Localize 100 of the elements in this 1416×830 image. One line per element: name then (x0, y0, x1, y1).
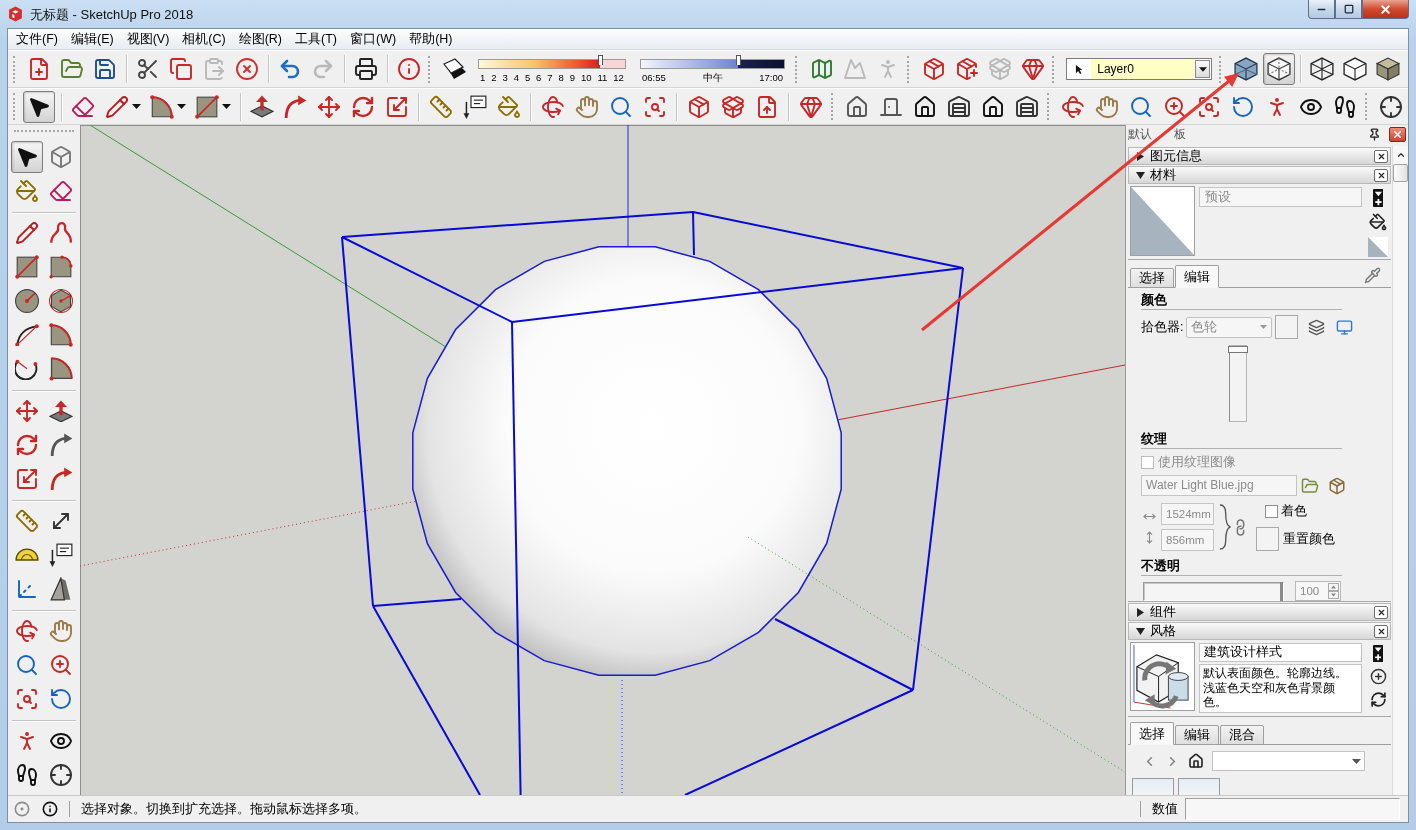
rotate-arrows-icon[interactable] (15, 433, 39, 457)
slab-arrow-icon[interactable] (250, 95, 274, 118)
scrollbar[interactable] (1392, 146, 1408, 795)
dropdown-box-icon[interactable] (1372, 645, 1384, 662)
polygon-icon[interactable] (49, 289, 73, 313)
hand-icon[interactable] (49, 619, 73, 643)
eyedropper-icon[interactable] (1364, 266, 1381, 284)
box-icon[interactable] (686, 94, 711, 119)
squiggle-icon[interactable] (49, 221, 73, 245)
crosshair-icon[interactable] (49, 763, 73, 787)
tab[interactable]: 编辑 (1175, 725, 1219, 745)
zoom-in-icon[interactable] (49, 653, 73, 677)
menu-item[interactable]: 视图(V) (120, 29, 176, 49)
slider-thumb[interactable] (1228, 346, 1248, 353)
scrollbar-thumb[interactable] (1393, 164, 1408, 182)
circle-x-icon[interactable] (234, 57, 259, 81)
scan-search-icon[interactable] (15, 687, 39, 711)
rotate-3d-icon[interactable] (1060, 94, 1085, 119)
copy-icon[interactable] (168, 57, 193, 81)
color-swatch-icon[interactable] (1275, 315, 1299, 339)
color-swatch-icon[interactable] (1255, 527, 1279, 552)
box-plus-icon[interactable] (954, 57, 979, 81)
magnifier-icon[interactable] (608, 94, 633, 119)
opacity-slider[interactable] (1143, 581, 1284, 601)
printer-icon[interactable] (353, 57, 378, 81)
panel-close-button[interactable] (1374, 624, 1388, 638)
arc-segment-icon[interactable] (49, 323, 73, 347)
curved-arrow-icon[interactable] (284, 94, 307, 119)
dashed-cube-icon[interactable] (1262, 53, 1295, 85)
panel-header[interactable]: 组件 (1128, 603, 1391, 621)
measurement-field[interactable] (1185, 798, 1400, 820)
circle-dot-icon[interactable] (14, 801, 30, 817)
menu-item[interactable]: 文件(F) (10, 29, 64, 49)
monitor-icon[interactable] (1336, 318, 1354, 336)
axes-icon[interactable] (15, 577, 39, 601)
rotate-ccw-icon[interactable] (49, 687, 73, 711)
rectangle-icon[interactable] (195, 94, 219, 119)
label-box-icon[interactable] (49, 543, 73, 567)
protractor-icon[interactable] (15, 548, 39, 562)
pin-icon[interactable] (1368, 128, 1381, 141)
house-icon[interactable] (912, 94, 937, 119)
panel-close-button[interactable] (1374, 605, 1388, 619)
layer-name[interactable]: Layer0 (1091, 59, 1194, 79)
menu-item[interactable]: 工具(T) (289, 29, 343, 49)
footprints-icon[interactable] (1332, 94, 1357, 119)
folder-icon[interactable] (1301, 476, 1319, 495)
cube-icon[interactable] (49, 145, 73, 169)
caret-icon[interactable] (132, 104, 141, 109)
crosshair-icon[interactable] (1378, 94, 1403, 119)
panel-header[interactable]: 图元信息 (1128, 147, 1391, 165)
reset-color-label[interactable]: 重置颜色 (1282, 530, 1335, 548)
rotate-3d-icon[interactable] (540, 94, 565, 119)
move-arrows-icon[interactable] (15, 399, 39, 423)
shadow-square-icon[interactable] (442, 57, 467, 81)
circle-plus-icon[interactable] (1369, 668, 1387, 685)
scissors-icon[interactable] (135, 57, 160, 81)
house-icon[interactable] (844, 94, 869, 119)
checkbox[interactable] (1264, 505, 1278, 519)
scan-search-icon[interactable] (1196, 94, 1221, 119)
value-slider[interactable] (1229, 345, 1247, 423)
curved-arrow-icon[interactable] (49, 433, 73, 457)
triangle-right-icon[interactable] (1136, 607, 1145, 617)
panel-header[interactable]: 材料 (1128, 166, 1391, 184)
close-button[interactable] (1389, 127, 1406, 142)
warehouse-icon[interactable] (1014, 94, 1039, 119)
layers-icon[interactable] (1308, 318, 1326, 336)
scan-search-icon[interactable] (642, 94, 667, 119)
magnifier-icon[interactable] (15, 653, 39, 677)
layer-select[interactable]: Layer0 (1066, 58, 1212, 80)
minimize-button[interactable] (1308, 0, 1335, 19)
plain-cube-icon[interactable] (1342, 57, 1367, 81)
refresh-icon[interactable] (1369, 691, 1387, 708)
eraser-icon[interactable] (49, 179, 73, 203)
rotate-3d-icon[interactable] (15, 619, 39, 643)
map-icon[interactable] (809, 57, 834, 81)
slider-thumb[interactable] (1280, 581, 1283, 601)
hand-icon[interactable] (1094, 94, 1119, 119)
ruler-icon[interactable] (15, 509, 39, 533)
cursor-icon[interactable] (23, 90, 55, 123)
arc-icon[interactable] (150, 94, 174, 119)
style-name-field[interactable]: 建筑设计样式 (1199, 643, 1362, 662)
prism-icon[interactable] (50, 577, 72, 601)
pie-slice-icon[interactable] (49, 357, 73, 381)
house-icon[interactable] (980, 94, 1005, 119)
slider-thumb[interactable] (736, 55, 742, 65)
triangle-down-icon[interactable] (1136, 170, 1145, 180)
label-box-icon[interactable] (462, 94, 487, 119)
triangle-right-icon[interactable] (1136, 151, 1145, 161)
menu-item[interactable]: 绘图(R) (232, 29, 289, 49)
open-box-icon[interactable] (720, 94, 745, 119)
scaling-icon[interactable] (384, 94, 409, 119)
menu-item[interactable]: 帮助(H) (403, 29, 459, 49)
rotate-ccw-icon[interactable] (1230, 94, 1255, 119)
gem-icon[interactable] (1020, 57, 1045, 81)
maximize-button[interactable] (1335, 0, 1362, 19)
gem-icon[interactable] (798, 94, 823, 119)
zoom-in-icon[interactable] (1162, 94, 1187, 119)
panel-header[interactable]: 风格 (1128, 622, 1391, 640)
slab-arrow-icon[interactable] (49, 399, 73, 423)
panel-close-button[interactable] (1374, 168, 1388, 182)
